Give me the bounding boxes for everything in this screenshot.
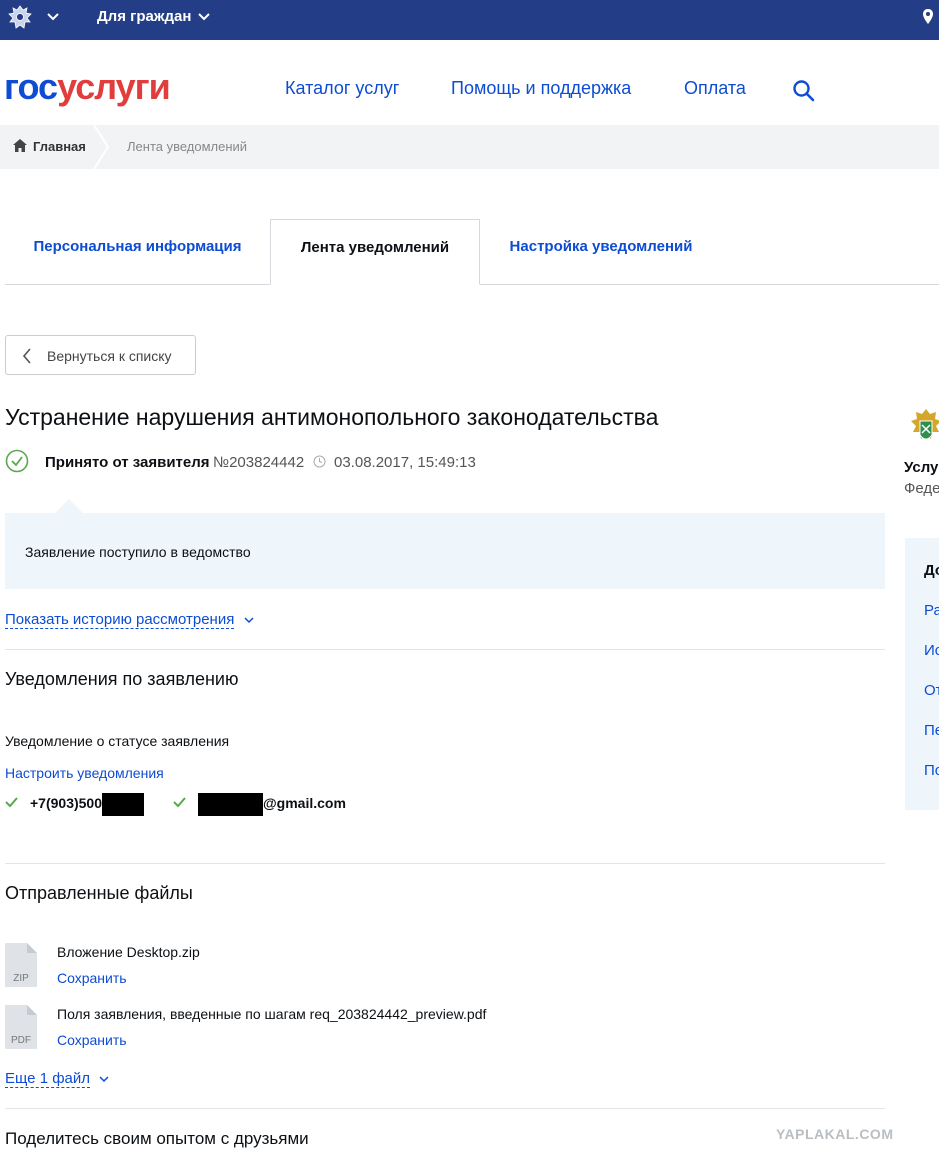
back-to-list-button[interactable]: Вернуться к списку [5, 335, 196, 375]
redaction-bar [102, 793, 145, 816]
configure-notifications-link[interactable]: Настроить уведомления [5, 765, 164, 781]
tab-notification-settings[interactable]: Настройка уведомлений [480, 219, 722, 285]
agency-emblem-icon [906, 405, 939, 455]
sidebar-link[interactable]: Пе [924, 722, 939, 739]
emblem-icon[interactable] [5, 3, 35, 33]
chevron-down-icon[interactable] [46, 10, 60, 29]
clock-icon [313, 455, 326, 472]
pdf-file-icon: PDF [5, 1005, 37, 1049]
nav-payment[interactable]: Оплата [684, 78, 746, 99]
nav-help[interactable]: Помощь и поддержка [451, 78, 631, 99]
sidebar-link[interactable]: По [924, 762, 939, 779]
svg-text:ZIP: ZIP [13, 973, 29, 984]
home-icon[interactable] [13, 139, 27, 157]
sidebar-link[interactable]: Ис [924, 642, 939, 659]
notification-phone: +7(903)500 [30, 793, 145, 816]
tab-personal-info[interactable]: Персональная информация [5, 219, 270, 285]
breadcrumb-separator-icon [92, 124, 112, 174]
chevron-left-icon [22, 348, 32, 367]
tab-notification-feed[interactable]: Лента уведомлений [270, 219, 480, 285]
location-pin-icon[interactable] [922, 8, 934, 31]
breadcrumb-current: Лента уведомлений [127, 139, 248, 154]
status-datetime: 03.08.2017, 15:49:13 [334, 454, 476, 471]
save-file-link[interactable]: Сохранить [57, 970, 127, 986]
divider [5, 649, 885, 650]
status-message: Заявление поступило в ведомство [25, 544, 251, 560]
search-icon[interactable] [792, 79, 816, 108]
nav-catalog[interactable]: Каталог услуг [285, 78, 399, 99]
notification-email: @gmail.com [198, 793, 346, 816]
file-name: Поля заявления, введенные по шагам req_2… [57, 1006, 487, 1022]
more-files-link[interactable]: Еще 1 файл [5, 1070, 91, 1088]
check-icon [5, 795, 18, 813]
divider [5, 1108, 885, 1109]
chevron-down-icon[interactable] [197, 10, 211, 29]
citizens-menu[interactable]: Для граждан [97, 8, 191, 25]
breadcrumb: Главная Лента уведомлений [0, 124, 939, 170]
back-button-label: Вернуться к списку [47, 348, 172, 364]
notification-type: Уведомление о статусе заявления [5, 733, 230, 749]
message-pointer [55, 499, 83, 513]
chevron-down-icon[interactable] [243, 613, 255, 631]
file-name: Вложение Desktop.zip [57, 944, 200, 960]
sidebar-service-label: Услу [904, 459, 939, 476]
sidebar-link[interactable]: От [924, 682, 939, 699]
top-bar: Для граждан [0, 0, 939, 40]
sidebar-link[interactable]: Ра [924, 602, 939, 619]
status-label: Принято от заявителя [45, 454, 210, 471]
share-heading: Поделитесь своим опытом с друзьями [5, 1129, 309, 1148]
check-circle-icon [5, 449, 29, 477]
sidebar-agency-label: Феде [904, 480, 939, 497]
sidebar-box-heading: До [924, 562, 939, 579]
save-file-link[interactable]: Сохранить [57, 1032, 127, 1048]
svg-text:PDF: PDF [11, 1035, 31, 1046]
notifications-heading: Уведомления по заявлению [5, 669, 239, 689]
watermark: YAPLAKAL.COM [776, 1126, 894, 1142]
sidebar-box: До Ра Ис От Пе По [905, 538, 939, 810]
show-history-link[interactable]: Показать историю рассмотрения [5, 611, 235, 629]
sent-files-heading: Отправленные файлы [5, 883, 193, 903]
zip-file-icon: ZIP [5, 943, 37, 987]
page-title: Устранение нарушения антимонопольного за… [5, 404, 659, 430]
status-message-box: Заявление поступило в ведомство [5, 499, 885, 589]
application-number: №203824442 [213, 454, 305, 471]
chevron-down-icon[interactable] [98, 1072, 110, 1090]
divider [5, 863, 885, 864]
breadcrumb-home[interactable]: Главная [33, 139, 86, 154]
redaction-bar [198, 793, 263, 816]
gosuslugi-logo[interactable]: госуслуги [4, 67, 171, 107]
check-icon [173, 795, 186, 813]
